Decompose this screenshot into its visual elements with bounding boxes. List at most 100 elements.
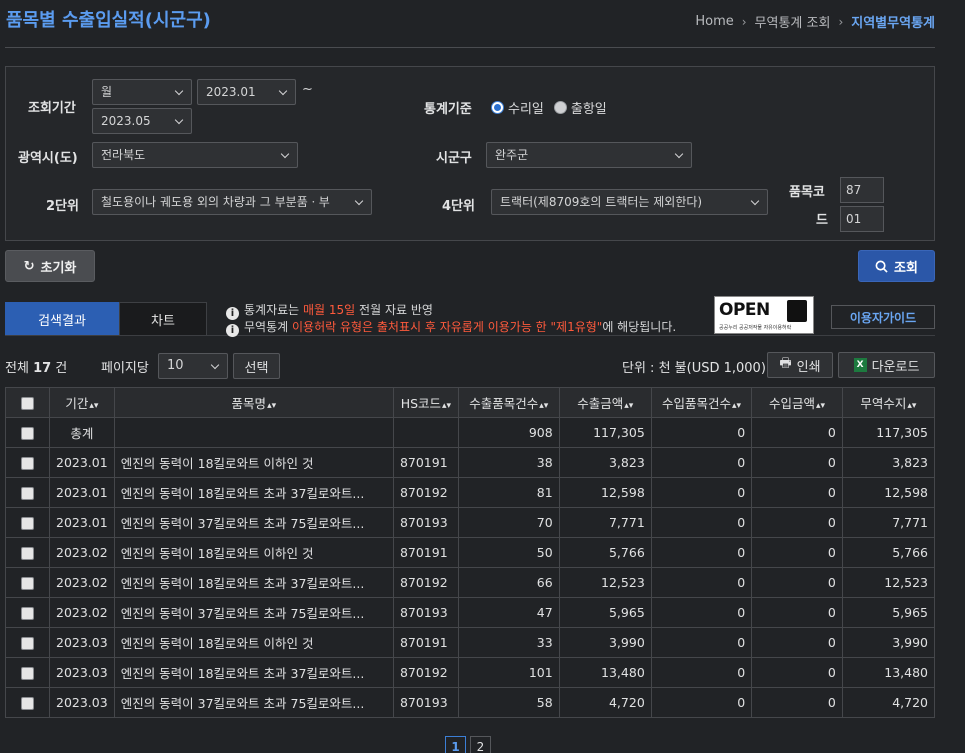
table-cell: 33: [457, 627, 560, 658]
row-checkbox[interactable]: [5, 537, 50, 568]
table-cell: 2023.02: [49, 567, 115, 598]
table-cell: 12,598: [841, 477, 936, 508]
row-checkbox[interactable]: [5, 597, 50, 628]
table-cell: 엔진의 동력이 37킬로와트 초과 75킬로와트...: [113, 597, 394, 628]
table-cell: 0: [650, 447, 753, 478]
tab-search-results[interactable]: 검색결과: [5, 302, 119, 336]
row-checkbox[interactable]: [5, 447, 50, 478]
table-cell: 5,766: [841, 537, 936, 568]
table-cell: 81: [457, 477, 560, 508]
table-cell: [113, 417, 394, 448]
table-cell: 0: [751, 507, 843, 538]
page-2-button[interactable]: 2: [470, 736, 491, 753]
license-person-icon: [787, 300, 807, 322]
table-cell: 908: [457, 417, 560, 448]
tab-chart[interactable]: 차트: [119, 302, 207, 336]
table-row: 2023.03 엔진의 동력이 18킬로와트 이하인 것 870191 33 3,990…: [5, 627, 936, 658]
user-guide-button[interactable]: 이용자가이드: [831, 305, 935, 329]
per-page-label: 페이지당: [101, 361, 149, 376]
table-cell: 0: [650, 477, 753, 508]
table-cell: 4,720: [841, 687, 936, 718]
table-cell: 0: [751, 567, 843, 598]
table-cell: 101: [457, 657, 560, 688]
results-table: 기간▴▾ 품목명▴▾ HS코드▴▾ 수출품목건수▴▾ 수출금액▴▾ 수입품목건수…: [5, 387, 936, 718]
breadcrumb-current[interactable]: 지역별무역통계: [851, 12, 935, 31]
table-row: 2023.01 엔진의 동력이 18킬로와트 이하인 것 870191 38 3,823…: [5, 447, 936, 478]
row-checkbox[interactable]: [5, 687, 50, 718]
table-cell: 870191: [392, 537, 459, 568]
table-cell: 2023.03: [49, 627, 115, 658]
col-export-count[interactable]: 수출품목건수▴▾: [457, 387, 560, 418]
table-cell: 38: [457, 447, 560, 478]
table-row: 2023.03 엔진의 동력이 18킬로와트 초과 37킬로와트... 870192…: [5, 657, 936, 688]
table-cell: 0: [751, 477, 843, 508]
hs-code-input-1[interactable]: 87: [840, 177, 884, 203]
col-export-amount[interactable]: 수출금액▴▾: [558, 387, 652, 418]
province-select[interactable]: 전라북도: [92, 142, 298, 168]
page-title: 품목별 수출입실적(시군구): [6, 10, 211, 31]
level2-select[interactable]: 철도용이나 궤도용 외의 차량과 그 부분품ㆍ부: [92, 189, 372, 215]
per-page-apply-button[interactable]: 선택: [233, 353, 280, 379]
row-checkbox[interactable]: [5, 507, 50, 538]
row-checkbox[interactable]: [5, 657, 50, 688]
table-cell: [392, 417, 459, 448]
col-trade-balance[interactable]: 무역수지▴▾: [841, 387, 936, 418]
title-divider: [5, 47, 935, 48]
table-cell: 7,771: [841, 507, 936, 538]
basis-radio-departure-date[interactable]: 출항일: [553, 98, 607, 117]
reset-button[interactable]: ↻ 초기화: [5, 250, 95, 282]
col-period[interactable]: 기간▴▾: [49, 387, 115, 418]
col-hs-code[interactable]: HS코드▴▾: [392, 387, 459, 418]
row-checkbox[interactable]: [5, 567, 50, 598]
table-cell: 870193: [392, 687, 459, 718]
row-checkbox[interactable]: [5, 627, 50, 658]
sort-icon: ▴▾: [815, 401, 826, 411]
table-cell: 66: [457, 567, 560, 598]
hs-code-input-2[interactable]: 01: [840, 206, 884, 232]
table-cell: 0: [751, 597, 843, 628]
search-button[interactable]: 조회: [858, 250, 935, 282]
download-button[interactable]: X 다운로드: [838, 352, 935, 378]
sort-icon: ▴▾: [539, 401, 549, 411]
city-label: 시군구: [436, 151, 472, 166]
table-cell: 0: [751, 537, 843, 568]
city-select[interactable]: 완주군: [486, 142, 692, 168]
table-cell: 2023.01: [49, 447, 115, 478]
table-cell: 엔진의 동력이 18킬로와트 이하인 것: [113, 447, 394, 478]
refresh-icon: ↻: [23, 258, 35, 274]
col-import-amount[interactable]: 수입금액▴▾: [751, 387, 843, 418]
sort-icon: ▴▾: [267, 401, 277, 411]
table-cell: 3,990: [841, 627, 936, 658]
breadcrumb: Home › 무역통계 조회 › 지역별무역통계: [695, 12, 935, 31]
period-label: 조회기간: [28, 101, 76, 116]
result-summary: 전체 17 건: [5, 361, 68, 376]
level4-select[interactable]: 트랙터(제8709호의 트랙터는 제외한다): [491, 189, 768, 215]
select-all-checkbox[interactable]: [5, 387, 50, 418]
print-button[interactable]: 🖶 인쇄: [767, 352, 833, 378]
breadcrumb-home[interactable]: Home: [695, 14, 733, 29]
breadcrumb-trade-stats[interactable]: 무역통계 조회: [755, 12, 831, 31]
col-import-count[interactable]: 수입품목건수▴▾: [650, 387, 753, 418]
table-cell: 0: [650, 597, 753, 628]
sort-icon: ▴▾: [907, 401, 917, 411]
pagination: 1 2: [445, 736, 491, 753]
basis-radio-repair-date[interactable]: 수리일: [491, 98, 544, 117]
search-panel: 조회기간 월 2023.01 ~ 2023.05 통계기준 수리일 출항일 광역…: [5, 66, 935, 241]
hs-code-label-2: 드: [816, 213, 828, 228]
row-checkbox[interactable]: [5, 477, 50, 508]
table-cell: 3,990: [558, 627, 652, 658]
table-cell: 7,771: [558, 507, 652, 538]
table-cell: 엔진의 동력이 18킬로와트 초과 37킬로와트...: [113, 657, 394, 688]
table-cell: 70: [457, 507, 560, 538]
table-cell: 0: [650, 567, 753, 598]
per-page-select[interactable]: 10: [158, 353, 228, 379]
table-cell: 117,305: [558, 417, 652, 448]
row-checkbox[interactable]: [5, 417, 50, 448]
period-from-select[interactable]: 2023.01: [197, 79, 296, 105]
period-unit-select[interactable]: 월: [92, 79, 192, 105]
period-to-select[interactable]: 2023.05: [92, 108, 192, 134]
table-cell: 0: [650, 627, 753, 658]
table-cell: 870192: [392, 477, 459, 508]
page-1-button[interactable]: 1: [445, 736, 466, 753]
col-item-name[interactable]: 품목명▴▾: [113, 387, 394, 418]
